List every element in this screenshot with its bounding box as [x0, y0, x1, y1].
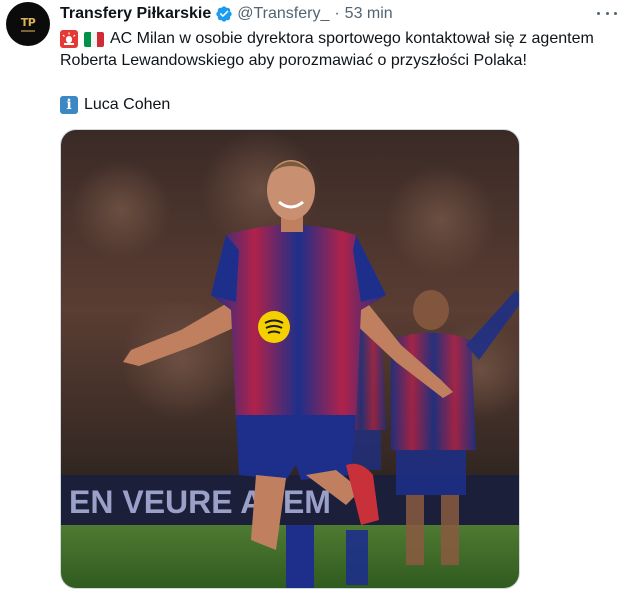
- italy-flag-icon: [84, 31, 104, 47]
- tweet-text-content-1: AC Milan w osobie dyrektora sportowego k…: [110, 30, 594, 47]
- author-handle[interactable]: @Transfery_: [237, 5, 329, 23]
- separator-dot: ·: [334, 5, 340, 22]
- tweet-text-content-2: Roberta Lewandowskiego aby porozmawiać o…: [60, 52, 527, 69]
- tweet-text-source: Luca Cohen: [84, 96, 171, 113]
- tweet-photo[interactable]: EN VEURE AFEM: [60, 129, 520, 589]
- tweet-timestamp[interactable]: 53 min: [345, 5, 393, 23]
- ad-banner-text: EN VEURE AFEM: [69, 484, 331, 520]
- avatar-logo-underline: [21, 29, 35, 32]
- more-horizontal-icon[interactable]: [597, 6, 617, 20]
- tweet-text-line-2: Roberta Lewandowskiego aby porozmawiać o…: [60, 50, 625, 72]
- verified-badge-icon: [216, 6, 232, 22]
- rotating-light-icon: [60, 30, 78, 48]
- avatar[interactable]: TP: [6, 2, 50, 46]
- tweet-text-line-1: AC Milan w osobie dyrektora sportowego k…: [60, 28, 625, 50]
- tweet-text-line-3: i Luca Cohen: [60, 94, 625, 116]
- photo-player-celebrating-icon: EN VEURE AFEM: [61, 130, 519, 588]
- tweet: TP Transfery Piłkarskie @Transfery_ · 53…: [0, 0, 631, 597]
- author-display-name[interactable]: Transfery Piłkarskie: [60, 5, 211, 23]
- tp-logo-icon: TP: [20, 15, 36, 29]
- tweet-header: Transfery Piłkarskie @Transfery_ · 53 mi…: [60, 4, 393, 24]
- tweet-text: AC Milan w osobie dyrektora sportowego k…: [60, 28, 625, 116]
- information-icon: i: [60, 96, 78, 114]
